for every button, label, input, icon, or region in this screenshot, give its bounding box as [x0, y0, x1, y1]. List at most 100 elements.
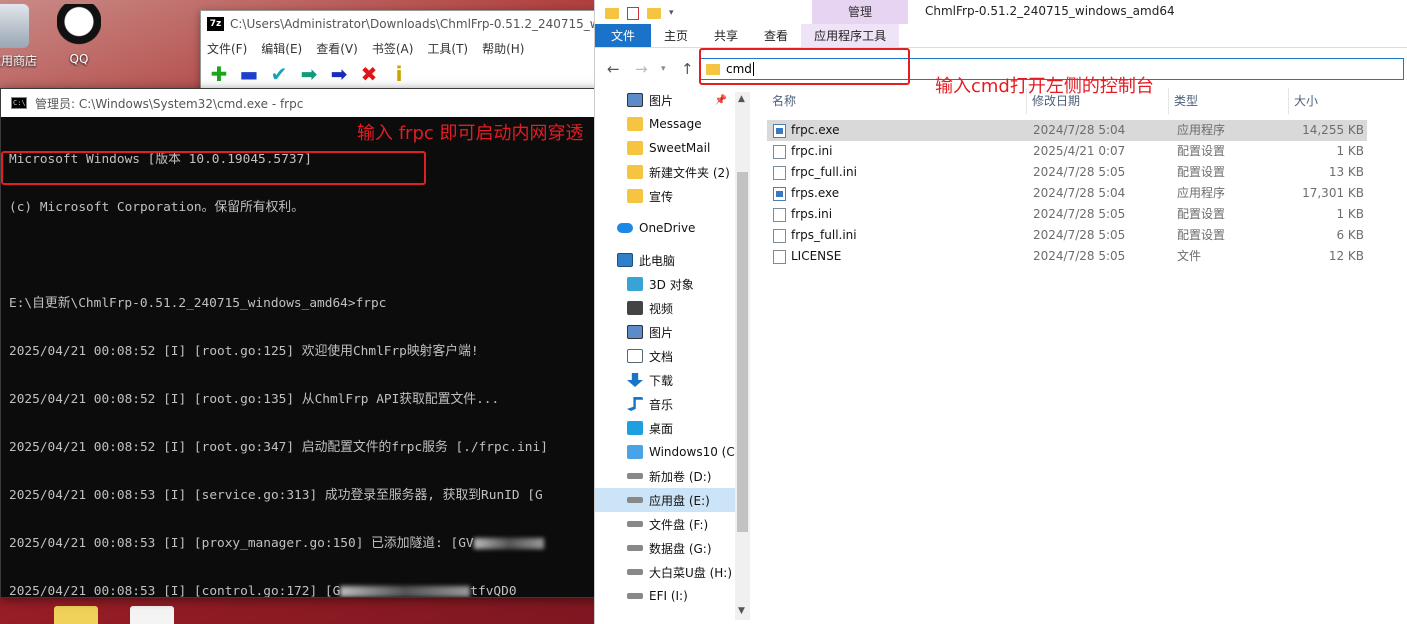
file-row[interactable]: frps.ini 2024/7/28 5:05 配置设置 1 KB — [767, 204, 1367, 225]
nav-item[interactable]: 下载 — [595, 368, 735, 392]
file-date: 2024/7/28 5:05 — [1033, 228, 1126, 242]
file-row[interactable]: frpc.exe 2024/7/28 5:04 应用程序 14,255 KB — [767, 120, 1367, 141]
nav-item[interactable]: 文件盘 (F:) — [595, 512, 735, 536]
nav-item-label: 3D 对象 — [649, 277, 694, 292]
folder-icon — [627, 141, 643, 155]
desktop-icon-qq[interactable]: QQ — [44, 4, 114, 66]
chevron-down-icon[interactable]: ▾ — [669, 8, 674, 18]
file-row[interactable]: frpc_full.ini 2024/7/28 5:05 配置设置 13 KB — [767, 162, 1367, 183]
menu-view[interactable]: 查看(V) — [316, 40, 358, 57]
zip-toolbar: ✚ ▬ ✔ ➡ ➡ ✖ i — [201, 59, 619, 89]
file-row[interactable]: LICENSE 2024/7/28 5:05 文件 12 KB — [767, 246, 1367, 267]
console-line: 2025/04/21 00:08:53 [I] [proxy_manager.g… — [9, 536, 599, 552]
menu-help[interactable]: 帮助(H) — [482, 40, 524, 57]
test-button[interactable]: ✔ — [267, 62, 291, 86]
nav-item[interactable]: 应用盘 (E:) — [595, 488, 735, 512]
file-size: 12 KB — [1328, 249, 1364, 263]
desktop-icon-label: 改应用商店 — [0, 54, 37, 68]
drive-icon — [627, 569, 643, 575]
file-date: 2024/7/28 5:04 — [1033, 186, 1126, 200]
recent-chevron-icon[interactable]: ▾ — [661, 64, 666, 74]
nav-item[interactable]: 此电脑 — [595, 248, 735, 272]
ribbon-context-manage[interactable]: 管理 — [812, 0, 908, 24]
file-type: 配置设置 — [1177, 207, 1226, 221]
nav-item[interactable]: Windows10 (C: — [595, 440, 735, 464]
highlight-box-command — [1, 151, 426, 185]
file-row[interactable]: frps.exe 2024/7/28 5:04 应用程序 17,301 KB — [767, 183, 1367, 204]
file-size: 17,301 KB — [1302, 186, 1364, 200]
cmd-title-bar[interactable]: C:\ 管理员: C:\Windows\System32\cmd.exe - f… — [1, 89, 599, 117]
nav-item-label: Windows10 (C: — [649, 445, 735, 459]
file-icon — [773, 250, 786, 264]
tab-home[interactable]: 主页 — [651, 24, 701, 47]
desk-icon — [627, 421, 643, 435]
nav-item[interactable]: 大白菜U盘 (H:) — [595, 560, 735, 584]
scrollbar-thumb[interactable] — [737, 172, 748, 532]
file-name: frpc_full.ini — [791, 165, 857, 179]
pc-icon — [617, 253, 633, 267]
nav-item-label: OneDrive — [639, 221, 696, 235]
nav-item[interactable]: EFI (I:) — [595, 584, 735, 608]
nav-item[interactable]: OneDrive — [595, 216, 735, 240]
move-button[interactable]: ➡ — [327, 62, 351, 86]
tab-file[interactable]: 文件 — [595, 24, 652, 47]
tab-share[interactable]: 共享 — [701, 24, 751, 47]
nav-item-label: 视频 — [649, 301, 674, 316]
file-date: 2024/7/28 5:05 — [1033, 165, 1126, 179]
back-arrow-icon[interactable]: ← — [607, 60, 620, 78]
scroll-down-icon[interactable]: ▼ — [738, 606, 745, 616]
nav-item[interactable]: 新加卷 (D:) — [595, 464, 735, 488]
column-header-date[interactable]: 修改日期 — [1027, 88, 1169, 114]
taskbar-app-icon[interactable] — [54, 606, 98, 624]
menu-bookmarks[interactable]: 书签(A) — [372, 40, 414, 57]
file-row[interactable]: frps_full.ini 2024/7/28 5:05 配置设置 6 KB — [767, 225, 1367, 246]
nav-item[interactable]: Message — [595, 112, 735, 136]
tab-view[interactable]: 查看 — [751, 24, 801, 47]
zip-title-bar[interactable]: 7z C:\Users\Administrator\Downloads\Chml… — [201, 11, 619, 37]
column-header-size[interactable]: 大小 — [1289, 88, 1367, 114]
delete-button[interactable]: ✖ — [357, 62, 381, 86]
nav-item[interactable]: 数据盘 (G:) — [595, 536, 735, 560]
scroll-up-icon[interactable]: ▲ — [738, 94, 745, 104]
extract-button[interactable]: ▬ — [237, 62, 261, 86]
nav-item-label: 文件盘 (F:) — [649, 517, 709, 532]
desktop-icon-store[interactable]: 改应用商店 — [0, 4, 42, 69]
file-name: frps.ini — [791, 207, 833, 221]
file-row[interactable]: frpc.ini 2025/4/21 0:07 配置设置 1 KB — [767, 141, 1367, 162]
nav-scrollbar[interactable]: ▲ ▼ — [735, 92, 750, 620]
console-line-command: E:\自更新\ChmlFrp-0.51.2_240715_windows_amd… — [9, 296, 387, 311]
add-button[interactable]: ✚ — [207, 62, 231, 86]
nav-item[interactable]: 桌面 — [595, 416, 735, 440]
properties-icon[interactable] — [627, 6, 639, 20]
tab-app-tools[interactable]: 应用程序工具 — [801, 24, 900, 47]
menu-file[interactable]: 文件(F) — [207, 40, 247, 57]
nav-item[interactable]: 图片 — [595, 320, 735, 344]
console-line: 2025/04/21 00:08:52 [I] [root.go:135] 从C… — [9, 392, 500, 407]
cmd-console[interactable]: Microsoft Windows [版本 10.0.19045.5737] (… — [1, 117, 599, 597]
info-button[interactable]: i — [387, 62, 411, 86]
nav-item[interactable]: 3D 对象 — [595, 272, 735, 296]
nav-item-label: EFI (I:) — [649, 589, 688, 603]
nav-item[interactable]: 音乐 — [595, 392, 735, 416]
taskbar-app-icon[interactable] — [130, 606, 174, 624]
nav-item[interactable]: 视频 — [595, 296, 735, 320]
column-header-type[interactable]: 类型 — [1169, 88, 1289, 114]
up-arrow-icon[interactable]: ↑ — [681, 60, 694, 78]
ribbon-tabs: 文件 主页 共享 查看 应用程序工具 — [595, 24, 1407, 48]
nav-item[interactable]: SweetMail — [595, 136, 735, 160]
column-header-name[interactable]: 名称 — [767, 88, 1027, 114]
nav-item[interactable]: 宣传 — [595, 184, 735, 208]
nav-item[interactable]: 文档 — [595, 344, 735, 368]
nav-item[interactable]: 图片 📌 — [595, 88, 735, 112]
file-size: 1 KB — [1336, 144, 1364, 158]
menu-tools[interactable]: 工具(T) — [427, 40, 468, 57]
nav-item[interactable]: 新建文件夹 (2) — [595, 160, 735, 184]
forward-arrow-icon[interactable]: → — [635, 60, 648, 78]
folder-icon[interactable] — [605, 7, 619, 19]
menu-edit[interactable]: 编辑(E) — [261, 40, 302, 57]
new-folder-icon[interactable] — [647, 7, 661, 19]
nav-item-label: 图片 — [649, 93, 674, 108]
config-file-icon — [773, 166, 786, 180]
copy-button[interactable]: ➡ — [297, 62, 321, 86]
file-type: 应用程序 — [1177, 186, 1226, 200]
